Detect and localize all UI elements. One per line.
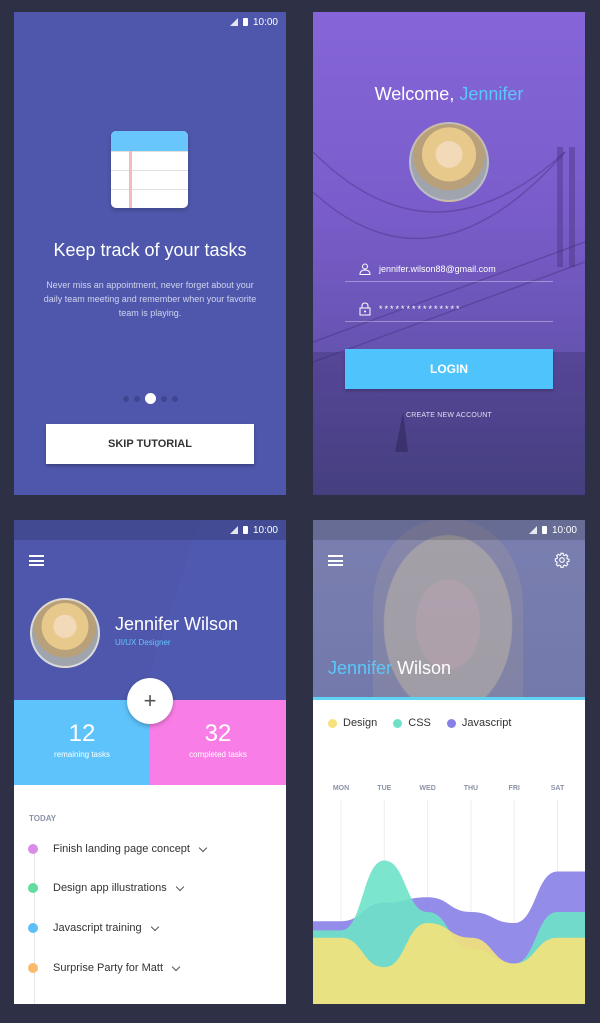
task-bullet bbox=[28, 844, 38, 854]
task-bullet bbox=[28, 923, 38, 933]
task-item[interactable]: Surprise Party for Matt bbox=[28, 962, 181, 974]
legend-item: CSS bbox=[393, 717, 431, 729]
signal-icon bbox=[229, 526, 238, 534]
x-tick-label: SAT bbox=[551, 785, 565, 792]
password-field[interactable]: *************** bbox=[345, 296, 553, 322]
page-indicator bbox=[14, 393, 286, 404]
avatar bbox=[409, 122, 489, 202]
onboarding-title: Keep track of your tasks bbox=[53, 240, 247, 260]
profile-name: Jennifer Wilson bbox=[115, 614, 239, 634]
login-button[interactable]: LOGIN bbox=[345, 349, 553, 389]
task-title: Surprise Party for Matt bbox=[53, 962, 164, 974]
page-dot[interactable] bbox=[133, 395, 140, 402]
signal-icon bbox=[229, 18, 238, 26]
completed-tasks-stat[interactable]: 32 completed tasks bbox=[150, 700, 286, 785]
x-tick-label: TUE bbox=[377, 785, 391, 792]
onboarding-screen: 10:00 Keep track of your tasks Never mis… bbox=[14, 12, 286, 495]
welcome-name: Jennifer bbox=[459, 84, 524, 104]
chevron-down-icon[interactable] bbox=[175, 882, 184, 891]
x-tick-label: THU bbox=[464, 785, 478, 792]
skip-tutorial-button[interactable]: SKIP TUTORIAL bbox=[46, 424, 254, 464]
task-item[interactable]: Finish landing page concept bbox=[28, 843, 208, 855]
status-bar: 10:00 bbox=[14, 12, 286, 32]
status-bar: 10:00 bbox=[313, 520, 585, 540]
status-time: 10:00 bbox=[252, 524, 278, 536]
stats-screen: 10:00 Jennifer Wilson Design CSS Javascrip… bbox=[313, 520, 585, 1004]
legend-item: Javascript bbox=[446, 717, 512, 729]
status-time: 10:00 bbox=[252, 16, 278, 28]
x-tick-label: FRI bbox=[509, 785, 520, 792]
chevron-down-icon[interactable] bbox=[150, 922, 159, 931]
legend-dot bbox=[446, 718, 456, 728]
battery-icon bbox=[541, 526, 547, 534]
x-tick-label: MON bbox=[333, 785, 349, 792]
first-name: Jennifer bbox=[328, 658, 393, 678]
task-title: Javascript training bbox=[53, 922, 142, 934]
avatar bbox=[30, 598, 100, 668]
page-dot[interactable] bbox=[160, 395, 167, 402]
last-name: Wilson bbox=[397, 658, 452, 678]
add-task-button[interactable]: + bbox=[127, 678, 173, 724]
email-field[interactable]: jennifer.wilson88@gmail.com bbox=[345, 256, 553, 282]
legend-dot bbox=[328, 718, 337, 728]
welcome-prefix: Welcome, bbox=[374, 84, 460, 104]
legend-label: CSS bbox=[408, 717, 431, 729]
status-time: 10:00 bbox=[551, 524, 577, 536]
gear-icon[interactable] bbox=[554, 552, 570, 568]
section-label: TODAY bbox=[29, 814, 57, 823]
create-account-link[interactable]: CREATE NEW ACCOUNT bbox=[313, 412, 585, 419]
task-item[interactable]: Design app illustrations bbox=[28, 882, 184, 894]
page-dot[interactable] bbox=[122, 395, 129, 402]
remaining-label: remaining tasks bbox=[53, 750, 111, 759]
legend-item: Design bbox=[328, 717, 377, 729]
legend-dot bbox=[393, 718, 403, 728]
area-chart: MON TUE WED THU FRI SAT bbox=[313, 785, 585, 1004]
profile-screen: 10:00 Jennifer Wilson UI/UX Designer 12 … bbox=[14, 520, 286, 1004]
legend-label: Javascript bbox=[461, 717, 512, 729]
legend-label: Design bbox=[343, 717, 378, 729]
password-value: *************** bbox=[379, 303, 462, 314]
login-screen: Welcome, Jennifer jennifer.wilson88@gmai… bbox=[313, 12, 585, 495]
task-bullet bbox=[28, 883, 38, 893]
status-bar: 10:00 bbox=[14, 520, 286, 540]
chevron-down-icon[interactable] bbox=[171, 962, 181, 971]
x-tick-label: WED bbox=[419, 785, 435, 792]
lock-icon bbox=[359, 301, 371, 315]
completed-label: completed tasks bbox=[189, 750, 247, 759]
page-dot-active[interactable] bbox=[144, 393, 156, 404]
battery-icon bbox=[242, 526, 248, 534]
onboarding-description: Never miss an appointment, never forget … bbox=[43, 280, 257, 318]
user-icon bbox=[359, 263, 371, 275]
welcome-heading: Welcome, Jennifer bbox=[313, 84, 585, 105]
chevron-down-icon[interactable] bbox=[198, 843, 208, 852]
hero-name: Jennifer Wilson bbox=[328, 658, 451, 679]
menu-icon[interactable] bbox=[328, 555, 343, 566]
notepad-icon bbox=[111, 131, 188, 208]
completed-count: 32 bbox=[204, 720, 232, 747]
battery-icon bbox=[242, 18, 248, 26]
task-item[interactable]: Javascript training bbox=[28, 922, 159, 934]
accent-bar bbox=[313, 697, 585, 700]
email-value: jennifer.wilson88@gmail.com bbox=[379, 263, 496, 274]
page-dot[interactable] bbox=[171, 395, 178, 402]
signal-icon bbox=[528, 526, 537, 534]
task-title: Finish landing page concept bbox=[53, 843, 190, 855]
menu-icon[interactable] bbox=[29, 555, 44, 566]
profile-role: UI/UX Designer bbox=[115, 638, 171, 647]
chart-legend: Design CSS Javascript bbox=[328, 717, 511, 729]
task-title: Design app illustrations bbox=[53, 882, 167, 894]
task-bullet bbox=[28, 963, 38, 973]
remaining-count: 12 bbox=[68, 720, 96, 747]
